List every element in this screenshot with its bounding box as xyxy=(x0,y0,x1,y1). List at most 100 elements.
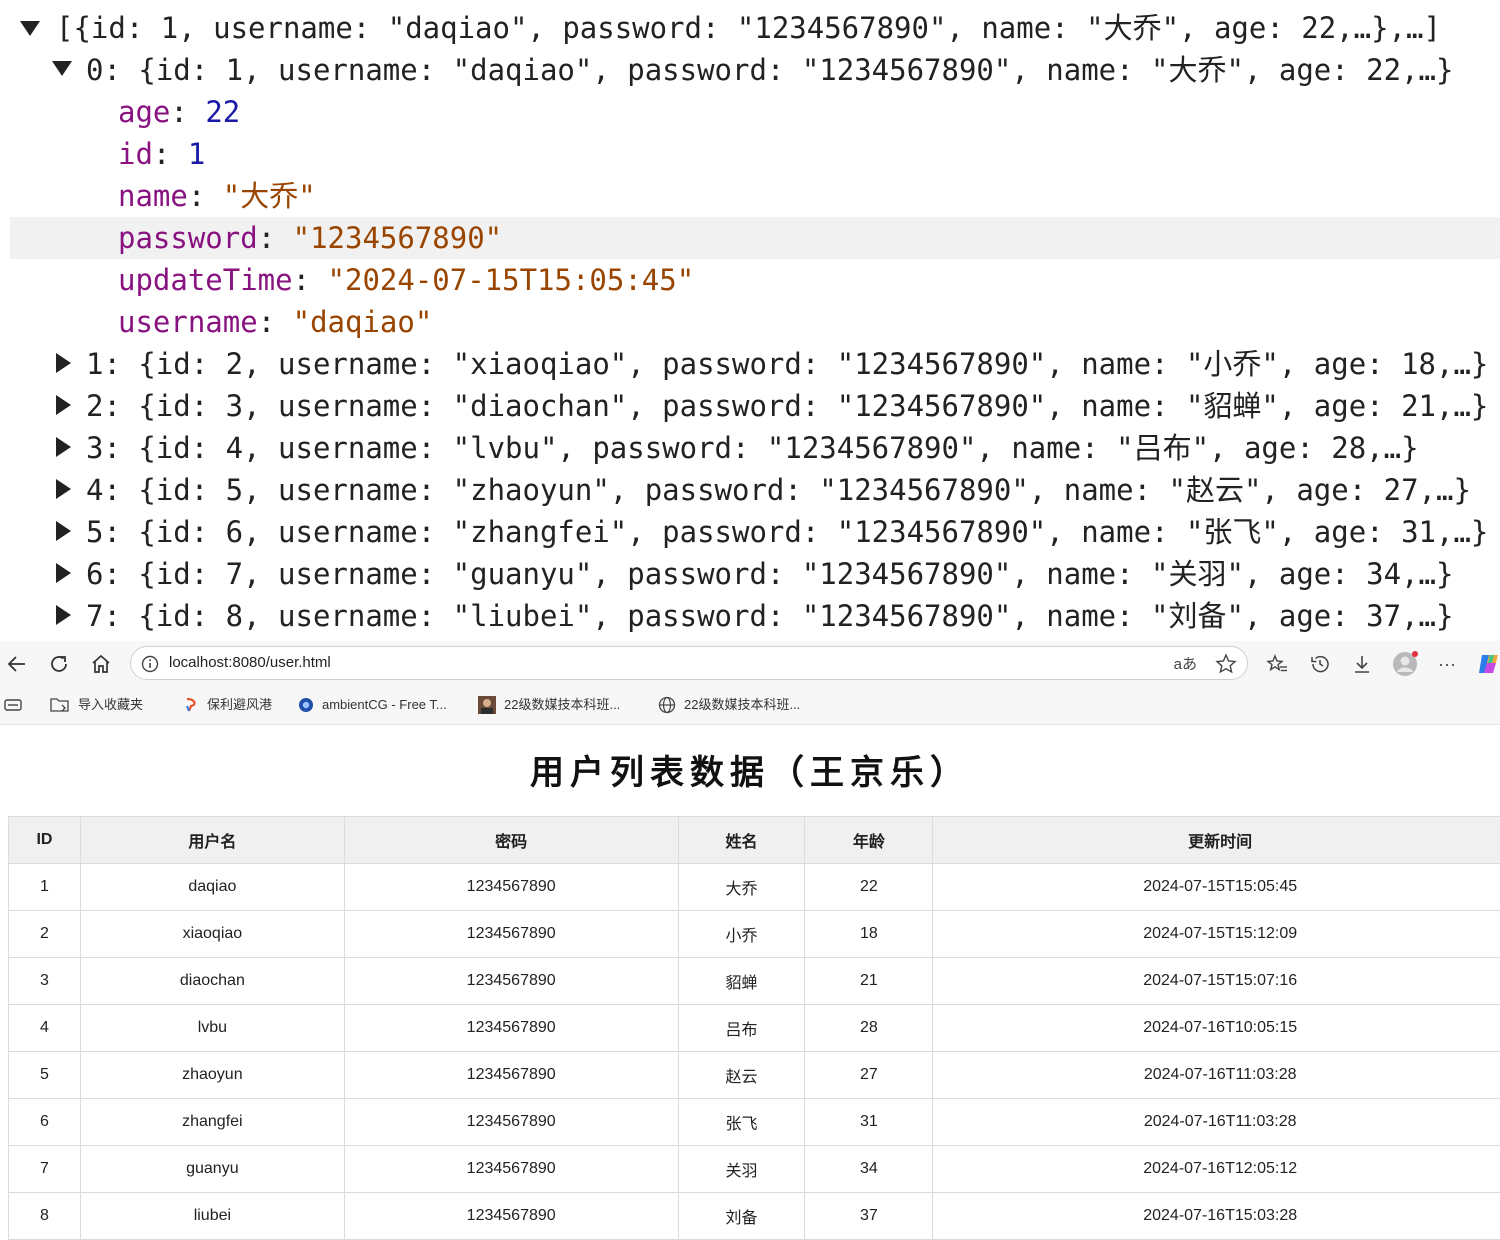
expand-arrow-icon[interactable] xyxy=(56,395,71,415)
cell-name: 吕布 xyxy=(678,1005,805,1052)
read-aloud-icon[interactable]: aあ xyxy=(1174,653,1197,674)
object-summary: 6: {id: 7, username: "guanyu", password:… xyxy=(86,553,1453,595)
cell-password: 1234567890 xyxy=(344,911,678,958)
cell-age: 37 xyxy=(805,1193,933,1240)
back-button[interactable] xyxy=(2,649,32,679)
cell-update-time: 2024-07-16T12:05:12 xyxy=(933,1146,1500,1193)
cell-id: 3 xyxy=(9,958,81,1005)
expand-arrow-icon[interactable] xyxy=(56,437,71,457)
prop-key: username xyxy=(118,305,258,339)
copilot-icon xyxy=(1476,651,1500,677)
reload-button[interactable] xyxy=(44,649,74,679)
avatar-icon xyxy=(1391,650,1419,678)
cell-age: 31 xyxy=(805,1099,933,1146)
cell-username: xiaoqiao xyxy=(80,911,344,958)
table-row: 1 daqiao 1234567890 大乔 22 2024-07-15T15:… xyxy=(9,864,1500,911)
console-prop-row: username: "daqiao" xyxy=(0,301,1500,343)
console-object-row[interactable]: 1: {id: 2, username: "xiaoqiao", passwor… xyxy=(0,343,1500,385)
cell-username: guanyu xyxy=(80,1146,344,1193)
page-title: 用户列表数据（王京乐） xyxy=(0,745,1500,794)
home-button[interactable] xyxy=(86,649,116,679)
prop-key: password xyxy=(118,221,258,255)
bookmark-item[interactable]: ambientCG - Free T... xyxy=(298,687,447,723)
copilot-button[interactable] xyxy=(1474,649,1500,679)
console-object-row[interactable]: 3: {id: 4, username: "lvbu", password: "… xyxy=(0,427,1500,469)
tab-actions-icon xyxy=(4,698,22,712)
history-button[interactable] xyxy=(1305,649,1335,679)
console-object-row[interactable]: 2: {id: 3, username: "diaochan", passwor… xyxy=(0,385,1500,427)
expand-arrow-icon[interactable] xyxy=(56,563,71,583)
cell-age: 22 xyxy=(805,864,933,911)
console-object-row[interactable]: 5: {id: 6, username: "zhangfei", passwor… xyxy=(0,511,1500,553)
expand-arrow-icon[interactable] xyxy=(56,479,71,499)
object-summary: 5: {id: 6, username: "zhangfei", passwor… xyxy=(86,511,1488,553)
console-prop-row: age: 22 xyxy=(0,91,1500,133)
more-menu-icon[interactable]: ··· xyxy=(1432,649,1462,679)
ambientcg-icon xyxy=(298,697,314,713)
cell-id: 2 xyxy=(9,911,81,958)
bookmark-item[interactable]: 22级数媒技本科班... xyxy=(658,687,800,723)
table-row: 2 xiaoqiao 1234567890 小乔 18 2024-07-15T1… xyxy=(9,911,1500,958)
cell-password: 1234567890 xyxy=(344,1193,678,1240)
console-array-row[interactable]: [{id: 1, username: "daqiao", password: "… xyxy=(0,7,1500,49)
cell-password: 1234567890 xyxy=(344,1146,678,1193)
column-header-age: 年龄 xyxy=(805,817,933,864)
cell-name: 关羽 xyxy=(678,1146,805,1193)
cell-username: zhaoyun xyxy=(80,1052,344,1099)
cell-update-time: 2024-07-16T11:03:28 xyxy=(933,1052,1500,1099)
cell-name: 刘备 xyxy=(678,1193,805,1240)
star-icon[interactable] xyxy=(1215,653,1237,675)
globe-icon xyxy=(658,696,676,714)
console-object-row[interactable]: 4: {id: 5, username: "zhaoyun", password… xyxy=(0,469,1500,511)
table-row: 5 zhaoyun 1234567890 赵云 27 2024-07-16T11… xyxy=(9,1052,1500,1099)
expand-arrow-icon[interactable] xyxy=(20,21,40,36)
devtools-console: [{id: 1, username: "daqiao", password: "… xyxy=(0,0,1500,641)
console-prop-row: updateTime: "2024-07-15T15:05:45" xyxy=(0,259,1500,301)
cell-name: 张飞 xyxy=(678,1099,805,1146)
prop-key: id xyxy=(118,137,153,171)
console-object-row[interactable]: 6: {id: 7, username: "guanyu", password:… xyxy=(0,553,1500,595)
bookmark-item[interactable]: 22级数媒技本科班... xyxy=(478,687,620,723)
tab-actions-button[interactable] xyxy=(4,687,22,723)
console-object-row-expanded[interactable]: 0: {id: 1, username: "daqiao", password:… xyxy=(0,49,1500,91)
cell-age: 18 xyxy=(805,911,933,958)
cell-id: 6 xyxy=(9,1099,81,1146)
object-summary: 2: {id: 3, username: "diaochan", passwor… xyxy=(86,385,1488,427)
address-bar[interactable]: localhost:8080/user.html aあ xyxy=(130,646,1248,680)
url-text[interactable]: localhost:8080/user.html xyxy=(169,647,331,679)
cell-update-time: 2024-07-15T15:07:16 xyxy=(933,958,1500,1005)
console-object-row[interactable]: 7: {id: 8, username: "liubei", password:… xyxy=(0,595,1500,637)
bookmark-label: 22级数媒技本科班... xyxy=(504,687,620,723)
object-summary: 4: {id: 5, username: "zhaoyun", password… xyxy=(86,469,1471,511)
expand-arrow-icon[interactable] xyxy=(56,353,71,373)
cell-name: 貂蝉 xyxy=(678,958,805,1005)
downloads-button[interactable] xyxy=(1347,649,1377,679)
profile-button[interactable] xyxy=(1390,649,1420,679)
import-favorites-icon xyxy=(50,696,70,714)
bookmark-import-favorites[interactable]: 导入收藏夹 xyxy=(50,687,143,723)
cell-password: 1234567890 xyxy=(344,1099,678,1146)
object-summary: 3: {id: 4, username: "lvbu", password: "… xyxy=(86,427,1419,469)
expand-arrow-icon[interactable] xyxy=(52,61,72,76)
cell-age: 34 xyxy=(805,1146,933,1193)
cell-name: 大乔 xyxy=(678,864,805,911)
bookmark-label: ambientCG - Free T... xyxy=(322,687,447,723)
array-summary: [{id: 1, username: "daqiao", password: "… xyxy=(56,7,1441,49)
expand-arrow-icon[interactable] xyxy=(56,605,71,625)
cell-username: liubei xyxy=(80,1193,344,1240)
expand-arrow-icon[interactable] xyxy=(56,521,71,541)
column-header-update-time: 更新时间 xyxy=(933,817,1500,864)
bookmark-item[interactable]: 保利避风港 xyxy=(183,687,272,723)
console-prop-row-hovered: password: "1234567890" xyxy=(10,217,1500,259)
favorites-button[interactable] xyxy=(1262,649,1292,679)
info-icon[interactable] xyxy=(141,655,159,673)
cell-id: 1 xyxy=(9,864,81,911)
cell-password: 1234567890 xyxy=(344,958,678,1005)
reload-icon xyxy=(48,653,70,675)
cell-id: 7 xyxy=(9,1146,81,1193)
column-header-name: 姓名 xyxy=(678,817,805,864)
column-header-id: ID xyxy=(9,817,81,864)
bookmark-label: 导入收藏夹 xyxy=(78,687,143,723)
download-icon xyxy=(1351,653,1373,675)
object-summary: 7: {id: 8, username: "liubei", password:… xyxy=(86,595,1453,637)
